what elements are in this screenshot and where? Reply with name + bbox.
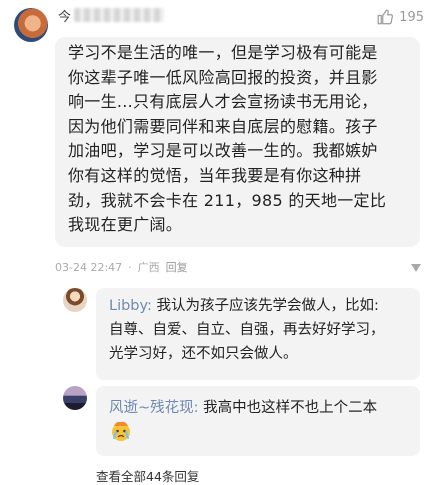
like-button[interactable]: 195 — [376, 8, 424, 26]
reply-author[interactable]: 风逝~残花现: — [109, 400, 199, 416]
reply-item: Libby: 我认为孩子应该先学会做人，比如: 自尊、自爱、自立、自强，再去好好… — [109, 294, 413, 366]
like-count: 195 — [399, 9, 424, 25]
reply-avatar-libby[interactable] — [63, 288, 87, 312]
username-blur — [74, 8, 164, 22]
view-all-replies-link[interactable]: 查看全部44条回复 — [96, 466, 199, 485]
reply-item: 风逝~残花现: 我高中也这样不也上个二本 — [109, 396, 413, 420]
crying-emoji-icon — [112, 421, 130, 441]
thumbs-up-icon — [377, 9, 394, 25]
main-comment-text: 学习不是生活的唯一，但是学习极有可能是 你这辈子唯一低风险高回报的投资，并且影 … — [68, 43, 387, 235]
comment-meta: 03-24 22:47 · 广西 回复 — [55, 259, 188, 275]
reply-author[interactable]: Libby: — [109, 298, 152, 314]
reply-avatar-feng[interactable] — [63, 386, 87, 410]
comment-location: 广西 — [137, 261, 160, 274]
reply-link[interactable]: 回复 — [166, 259, 188, 275]
main-username[interactable]: 今 — [58, 6, 71, 25]
triangle-down-icon[interactable] — [411, 264, 421, 272]
main-avatar[interactable] — [14, 8, 48, 42]
meta-dot: · — [128, 260, 132, 274]
reply-text: 我高中也这样不也上个二本 — [203, 400, 378, 416]
comment-time: 03-24 22:47 — [55, 260, 123, 274]
